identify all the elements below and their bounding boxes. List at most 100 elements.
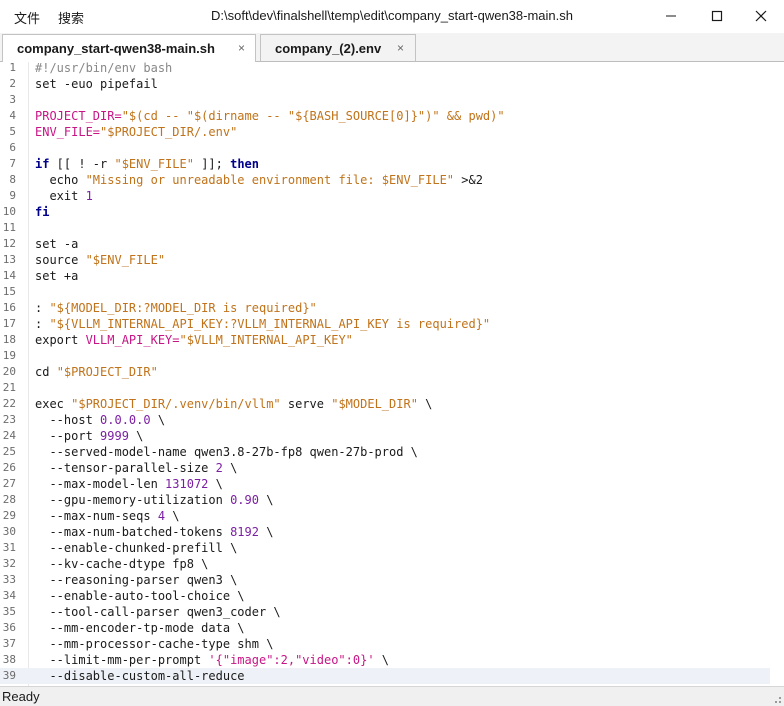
menu-file[interactable]: 文件	[14, 8, 40, 27]
close-tab-icon[interactable]: ×	[397, 41, 404, 55]
code-line[interactable]: 21	[0, 380, 770, 396]
status-text: Ready	[2, 689, 40, 704]
code-line[interactable]: 35 --tool-call-parser qwen3_coder \	[0, 604, 770, 620]
vertical-scrollbar[interactable]	[770, 62, 784, 686]
line-number: 14	[2, 269, 16, 282]
line-number: 11	[2, 221, 16, 234]
line-number: 10	[2, 205, 16, 218]
code-text: set -euo pipefail	[35, 77, 158, 91]
code-text: --limit-mm-per-prompt '{"image":2,"video…	[35, 653, 390, 667]
code-line[interactable]: 16: "${MODEL_DIR:?MODEL_DIR is required}…	[0, 300, 770, 316]
code-text: ENV_FILE="$PROJECT_DIR/.env"	[35, 125, 238, 139]
tab-company-2-env[interactable]: company_(2).env ×	[260, 34, 416, 61]
code-line[interactable]: 29 --max-num-seqs 4 \	[0, 508, 770, 524]
line-number: 34	[2, 589, 16, 602]
code-line[interactable]: 8 echo "Missing or unreadable environmen…	[0, 172, 770, 188]
code-line[interactable]: 14 set +a	[0, 268, 770, 284]
code-line[interactable]: 19	[0, 348, 770, 364]
code-text: --disable-custom-all-reduce	[35, 669, 245, 683]
code-text: exit 1	[35, 189, 93, 203]
line-number: 32	[2, 557, 16, 570]
close-icon	[755, 10, 767, 21]
line-number: 31	[2, 541, 16, 554]
code-text: exec "$PROJECT_DIR/.venv/bin/vllm" serve…	[35, 397, 433, 411]
code-line[interactable]: 28 --gpu-memory-utilization 0.90 \	[0, 492, 770, 508]
code-line[interactable]: 20 cd "$PROJECT_DIR"	[0, 364, 770, 380]
tab-label: company_start-qwen38-main.sh	[17, 41, 215, 56]
code-text: --reasoning-parser qwen3 \	[35, 573, 238, 587]
line-number: 35	[2, 605, 16, 618]
line-number: 13	[2, 253, 16, 266]
code-line[interactable]: 26 --tensor-parallel-size 2 \	[0, 460, 770, 476]
line-number: 21	[2, 381, 16, 394]
code-line[interactable]: 34 --enable-auto-tool-choice \	[0, 588, 770, 604]
code-text: --max-model-len 131072 \	[35, 477, 223, 491]
line-number: 6	[9, 141, 16, 154]
close-tab-icon[interactable]: ×	[238, 41, 245, 55]
code-text: --served-model-name qwen3.8-27b-fp8 qwen…	[35, 445, 418, 459]
resize-grip-icon[interactable]	[772, 694, 782, 704]
code-text: export VLLM_API_KEY="$VLLM_INTERNAL_API_…	[35, 333, 353, 347]
line-number: 37	[2, 637, 16, 650]
code-line[interactable]: 33 --reasoning-parser qwen3 \	[0, 572, 770, 588]
code-line[interactable]: 17: "${VLLM_INTERNAL_API_KEY:?VLLM_INTER…	[0, 316, 770, 332]
code-line[interactable]: 37 --mm-processor-cache-type shm \	[0, 636, 770, 652]
code-text: set -a	[35, 237, 79, 251]
line-number: 38	[2, 653, 16, 666]
code-line[interactable]: 39 --disable-custom-all-reduce	[0, 668, 770, 684]
code-line[interactable]: 30 --max-num-batched-tokens 8192 \	[0, 524, 770, 540]
line-number: 4	[9, 109, 16, 122]
maximize-icon	[711, 10, 723, 21]
line-number: 20	[2, 365, 16, 378]
code-line[interactable]: 1 #!/usr/bin/env bash	[0, 62, 770, 76]
code-line[interactable]: 22 exec "$PROJECT_DIR/.venv/bin/vllm" ser…	[0, 396, 770, 412]
line-number: 8	[9, 173, 16, 186]
code-line[interactable]: 27 --max-model-len 131072 \	[0, 476, 770, 492]
code-line[interactable]: 15	[0, 284, 770, 300]
maximize-button[interactable]	[694, 0, 740, 31]
line-number: 16	[2, 301, 16, 314]
code-editor[interactable]: 1 #!/usr/bin/env bash 2 set -euo pipefail 3 4…	[0, 62, 784, 686]
tab-label: company_(2).env	[275, 41, 382, 56]
code-text: --enable-auto-tool-choice \	[35, 589, 245, 603]
line-number: 2	[9, 77, 16, 90]
code-line[interactable]: 2 set -euo pipefail	[0, 76, 770, 92]
line-number: 19	[2, 349, 16, 362]
tab-company-start-qwen38-main[interactable]: company_start-qwen38-main.sh ×	[2, 34, 256, 62]
code-line[interactable]: 38 --limit-mm-per-prompt '{"image":2,"vi…	[0, 652, 770, 668]
code-text: --port 9999 \	[35, 429, 144, 443]
code-line[interactable]: 6	[0, 140, 770, 156]
code-line[interactable]: 36 --mm-encoder-tp-mode data \	[0, 620, 770, 636]
code-line[interactable]: 18 export VLLM_API_KEY="$VLLM_INTERNAL_AP…	[0, 332, 770, 348]
code-line[interactable]: 10 fi	[0, 204, 770, 220]
line-number: 15	[2, 285, 16, 298]
code-line[interactable]: 25 --served-model-name qwen3.8-27b-fp8 q…	[0, 444, 770, 460]
line-number: 17	[2, 317, 16, 330]
menu-search[interactable]: 搜索	[58, 8, 84, 27]
code-line[interactable]: 7 if [[ ! -r "$ENV_FILE" ]]; then	[0, 156, 770, 172]
code-text: --tool-call-parser qwen3_coder \	[35, 605, 281, 619]
code-line[interactable]: 13 source "$ENV_FILE"	[0, 252, 770, 268]
code-line[interactable]: 23 --host 0.0.0.0 \	[0, 412, 770, 428]
line-number: 27	[2, 477, 16, 490]
code-line[interactable]: 31 --enable-chunked-prefill \	[0, 540, 770, 556]
line-number: 24	[2, 429, 16, 442]
code-line[interactable]: 32 --kv-cache-dtype fp8 \	[0, 556, 770, 572]
minimize-button[interactable]	[648, 0, 694, 31]
code-text: echo "Missing or unreadable environment …	[35, 173, 483, 187]
code-line[interactable]: 24 --port 9999 \	[0, 428, 770, 444]
line-number: 30	[2, 525, 16, 538]
code-line[interactable]: 3	[0, 92, 770, 108]
status-bar: Ready	[0, 686, 784, 706]
code-line[interactable]: 9 exit 1	[0, 188, 770, 204]
code-line[interactable]: 4 PROJECT_DIR="$(cd -- "$(dirname -- "${B…	[0, 108, 770, 124]
code-text: #!/usr/bin/env bash	[35, 62, 173, 75]
code-text: --kv-cache-dtype fp8 \	[35, 557, 209, 571]
line-number: 28	[2, 493, 16, 506]
code-line[interactable]: 12 set -a	[0, 236, 770, 252]
code-line[interactable]: 11	[0, 220, 770, 236]
code-line[interactable]: 5 ENV_FILE="$PROJECT_DIR/.env"	[0, 124, 770, 140]
code-text: --tensor-parallel-size 2 \	[35, 461, 238, 475]
code-text: set +a	[35, 269, 79, 283]
close-window-button[interactable]	[738, 0, 784, 31]
